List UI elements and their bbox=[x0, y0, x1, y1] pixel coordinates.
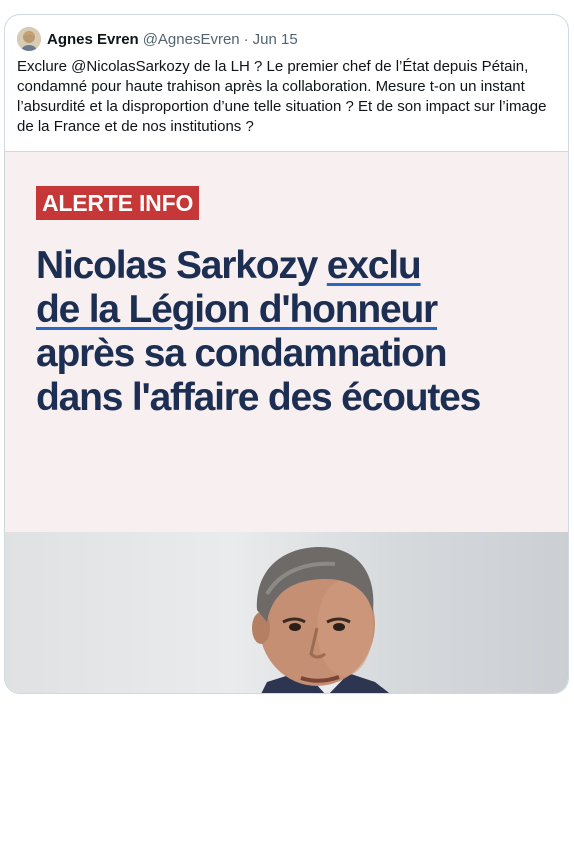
headline-part: dans l'affaire des écoutes bbox=[36, 376, 481, 419]
author-handle[interactable]: @AgnesEvren bbox=[143, 31, 240, 48]
news-banner: ALERTE INFO Nicolas Sarkozy exclu de la … bbox=[5, 152, 568, 532]
headline-part: Nicolas Sarkozy bbox=[36, 244, 327, 287]
headline-part: après sa condamnation bbox=[36, 332, 448, 375]
headline-underlined: exclu bbox=[326, 244, 422, 287]
author-name[interactable]: Agnes Evren bbox=[47, 31, 139, 48]
tweet-card[interactable]: Agnes Evren @AgnesEvren · Jun 15 Exclure… bbox=[4, 14, 569, 694]
tweet-date[interactable]: Jun 15 bbox=[253, 31, 298, 48]
avatar-image bbox=[17, 27, 41, 51]
portrait-photo bbox=[252, 547, 390, 693]
headline: Nicolas Sarkozy exclu de la Légion d'hon… bbox=[36, 244, 556, 420]
tweet-text: Exclure @NicolasSarkozy de la LH ? Le pr… bbox=[17, 58, 547, 135]
avatar[interactable] bbox=[17, 27, 41, 51]
separator-dot: · bbox=[243, 30, 249, 48]
tweet-media[interactable]: ALERTE INFO Nicolas Sarkozy exclu de la … bbox=[5, 151, 568, 693]
headline-underlined: de la Légion d'honneur bbox=[36, 288, 438, 331]
alert-badge: ALERTE INFO bbox=[36, 186, 200, 220]
tweet-header: Agnes Evren @AgnesEvren · Jun 15 bbox=[17, 26, 298, 52]
news-photo bbox=[5, 532, 568, 693]
